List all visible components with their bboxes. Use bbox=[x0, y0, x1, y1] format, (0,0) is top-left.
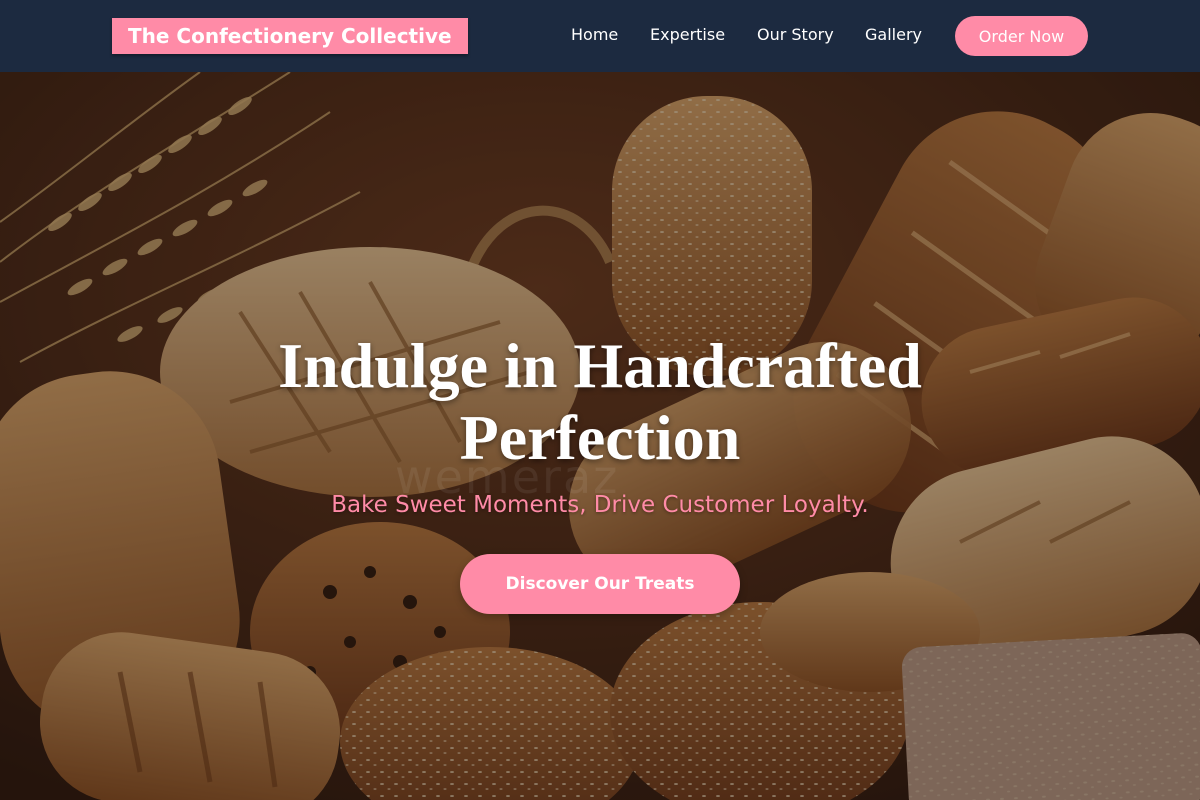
nav-link-gallery[interactable]: Gallery bbox=[865, 24, 922, 46]
nav-link-our-story[interactable]: Our Story bbox=[757, 24, 834, 46]
navbar: The Confectionery Collective Home Expert… bbox=[0, 0, 1200, 72]
hero-subtitle: Bake Sweet Moments, Drive Customer Loyal… bbox=[331, 492, 869, 518]
nav-link-home[interactable]: Home bbox=[571, 24, 618, 46]
hero-content: Indulge in Handcrafted Perfection Bake S… bbox=[150, 330, 1050, 614]
hero-section: wemeraz Indulge in Handcrafted Perfectio… bbox=[0, 72, 1200, 800]
discover-treats-button[interactable]: Discover Our Treats bbox=[460, 554, 740, 614]
order-now-button[interactable]: Order Now bbox=[955, 16, 1088, 56]
nav-link-expertise[interactable]: Expertise bbox=[650, 24, 725, 46]
hero-title: Indulge in Handcrafted Perfection bbox=[278, 330, 922, 473]
